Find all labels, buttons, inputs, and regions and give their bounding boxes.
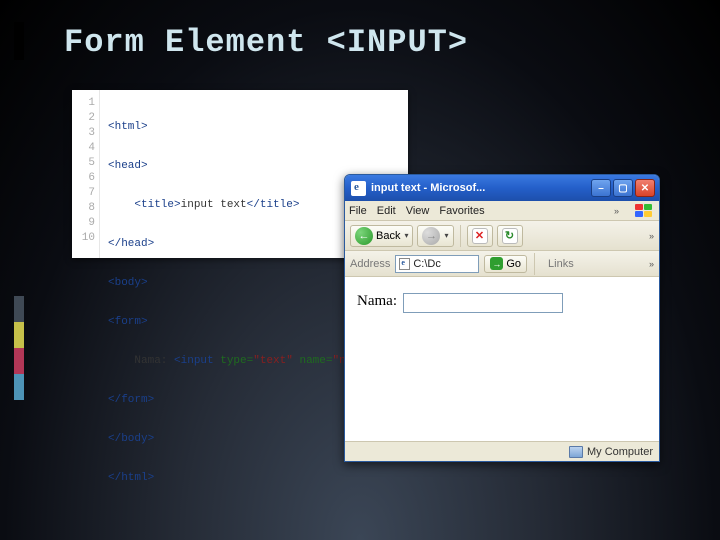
address-field[interactable]: C:\Dc — [395, 255, 479, 273]
forward-button[interactable]: → ▾ — [417, 225, 453, 247]
slide-accent-mark — [14, 22, 24, 60]
line-number: 1 — [72, 96, 95, 111]
menu-bar: File Edit View Favorites » — [345, 201, 659, 221]
chevron-down-icon: ▾ — [444, 231, 448, 240]
ie-icon — [351, 181, 366, 196]
menu-overflow[interactable]: » — [614, 206, 619, 216]
code-token: </form> — [108, 394, 154, 406]
code-token: <html> — [108, 121, 148, 133]
stop-icon: ✕ — [472, 228, 488, 244]
line-number: 7 — [72, 186, 95, 201]
menu-file[interactable]: File — [349, 205, 367, 217]
maximize-button[interactable]: ▢ — [613, 179, 633, 197]
code-token: </body> — [108, 433, 154, 445]
code-token: Nama: — [134, 355, 174, 367]
status-text: My Computer — [587, 446, 653, 458]
code-token: <form> — [108, 316, 148, 328]
menu-view[interactable]: View — [406, 205, 430, 217]
nama-input[interactable] — [403, 293, 563, 313]
line-number: 4 — [72, 141, 95, 156]
window-titlebar[interactable]: input text - Microsof... – ▢ ✕ — [345, 175, 659, 201]
addr-separator — [534, 253, 535, 275]
links-label[interactable]: Links — [548, 258, 574, 270]
menu-edit[interactable]: Edit — [377, 205, 396, 217]
address-text: C:\Dc — [413, 258, 441, 270]
toolbar-overflow[interactable]: » — [649, 231, 654, 241]
code-token: </head> — [108, 238, 154, 250]
menu-favorites[interactable]: Favorites — [439, 205, 484, 217]
stop-button[interactable]: ✕ — [467, 225, 493, 247]
code-token: </title> — [247, 199, 300, 211]
line-number: 2 — [72, 111, 95, 126]
line-number: 10 — [72, 231, 95, 246]
browser-window: input text - Microsof... – ▢ ✕ File Edit… — [344, 174, 660, 462]
back-arrow-icon: ← — [355, 227, 373, 245]
code-token: "text" — [253, 355, 293, 367]
refresh-icon: ↻ — [502, 228, 518, 244]
minimize-button[interactable]: – — [591, 179, 611, 197]
code-token: type= — [220, 355, 253, 367]
address-bar: Address C:\Dc → Go Links » — [345, 251, 659, 277]
windows-flag-icon — [633, 202, 655, 220]
close-button[interactable]: ✕ — [635, 179, 655, 197]
code-token: <body> — [108, 277, 148, 289]
code-token: <title> — [134, 199, 180, 211]
code-gutter: 1 2 3 4 5 6 7 8 9 10 — [72, 90, 100, 258]
line-number: 8 — [72, 201, 95, 216]
go-arrow-icon: → — [490, 257, 503, 270]
page-icon — [399, 258, 410, 270]
page-content: Nama: — [345, 277, 659, 441]
code-token: </html> — [108, 472, 154, 484]
computer-icon — [569, 446, 583, 458]
go-label: Go — [506, 258, 521, 270]
window-title: input text - Microsof... — [371, 182, 591, 194]
code-token: <input — [174, 355, 220, 367]
refresh-button[interactable]: ↻ — [497, 225, 523, 247]
chevron-down-icon: ▾ — [404, 231, 408, 240]
line-number: 9 — [72, 216, 95, 231]
go-button[interactable]: → Go — [484, 255, 527, 273]
slide-accent-bars — [14, 296, 24, 400]
toolbar-separator — [460, 225, 461, 247]
status-bar: My Computer — [345, 441, 659, 461]
code-token: input text — [181, 199, 247, 211]
toolbar: ← Back ▾ → ▾ ✕ ↻ » — [345, 221, 659, 251]
line-number: 6 — [72, 171, 95, 186]
address-label: Address — [350, 258, 390, 270]
line-number: 5 — [72, 156, 95, 171]
forward-arrow-icon: → — [422, 227, 440, 245]
back-label: Back — [376, 230, 400, 242]
line-number: 3 — [72, 126, 95, 141]
back-button[interactable]: ← Back ▾ — [350, 225, 413, 247]
slide-title: Form Element <INPUT> — [64, 24, 468, 61]
code-token: <head> — [108, 160, 148, 172]
form-label-nama: Nama: — [357, 293, 397, 310]
links-overflow[interactable]: » — [649, 259, 654, 269]
code-token: name= — [299, 355, 332, 367]
